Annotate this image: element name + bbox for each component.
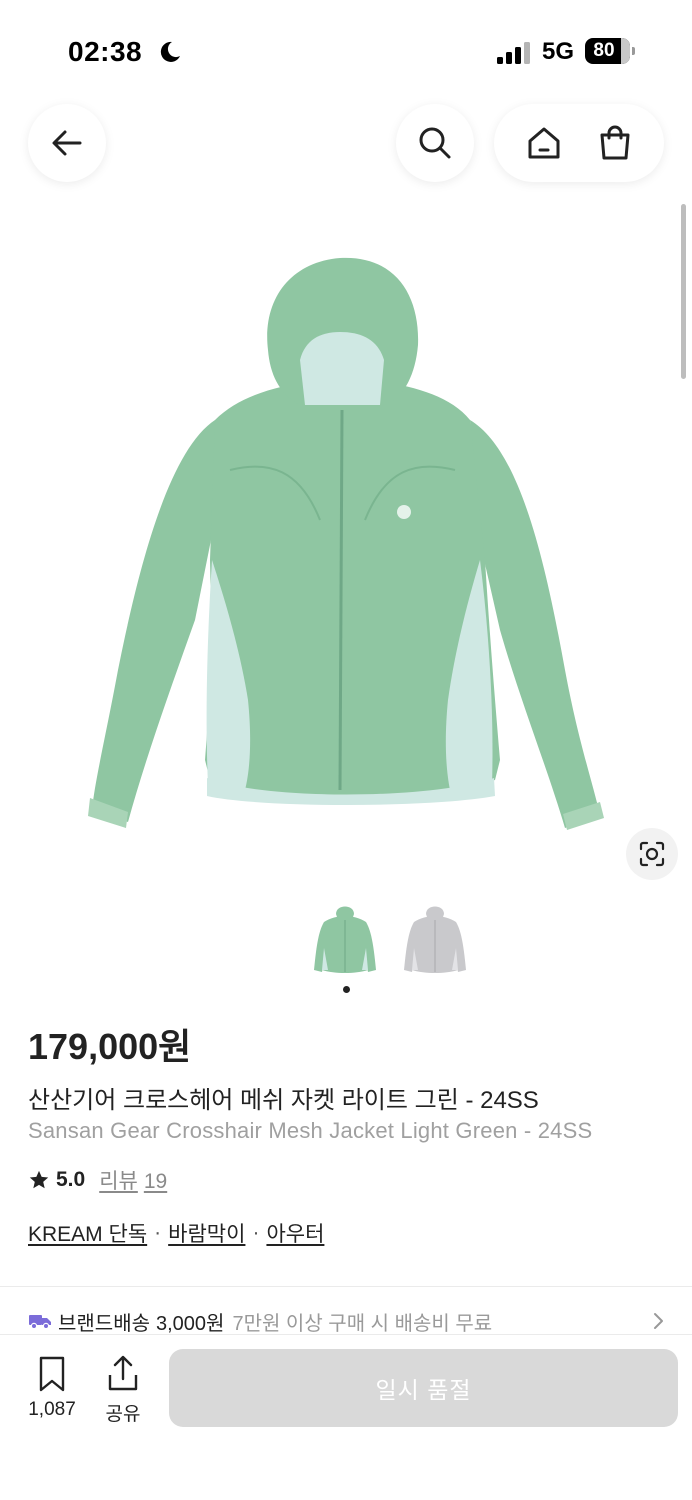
rating-value: 5.0	[56, 1168, 86, 1191]
network-type: 5G	[542, 38, 575, 65]
category-separator: ·	[252, 1221, 260, 1244]
thumbnail-green[interactable]	[310, 900, 380, 976]
signal-icon	[497, 42, 530, 64]
jacket-illustration	[88, 257, 604, 830]
bottom-action-bar: 1,087 공유 일시 품절	[0, 1334, 692, 1500]
rating-row: 5.0 리뷰 19	[28, 1165, 167, 1195]
battery-icon: 80	[585, 38, 635, 64]
category-kream-exclusive[interactable]: KREAM 단독	[28, 1218, 147, 1248]
product-price: 179,000원	[28, 1026, 192, 1067]
bookmark-icon	[39, 1356, 65, 1392]
category-outer[interactable]: 아우터	[266, 1218, 324, 1248]
delivery-price: 3,000원	[156, 1312, 225, 1335]
product-title-en: Sansan Gear Crosshair Mesh Jacket Light …	[28, 1118, 593, 1143]
product-image[interactable]	[0, 200, 692, 900]
search-button[interactable]	[396, 104, 474, 182]
battery-level: 80	[593, 40, 615, 61]
moon-icon	[160, 41, 180, 62]
thumbnail-gray[interactable]	[400, 900, 470, 976]
carousel-dot-active	[343, 986, 350, 993]
category-breadcrumb: KREAM 단독 · 바람막이 · 아우터	[28, 1218, 324, 1248]
delivery-label: 브랜드배송	[58, 1312, 150, 1335]
category-separator: ·	[154, 1221, 162, 1244]
cart-button[interactable]	[595, 123, 635, 163]
shopping-bag-icon	[600, 125, 629, 160]
thumbnail-strip	[310, 900, 480, 980]
camera-lens-icon	[639, 841, 665, 867]
chevron-right-icon	[654, 1313, 663, 1329]
share-icon	[108, 1355, 138, 1391]
share-button[interactable]: 공유	[100, 1355, 146, 1426]
review-link[interactable]: 리뷰 19	[99, 1165, 167, 1195]
status-bar: 02:38 5G 80	[0, 0, 692, 100]
product-title-ko: 산산기어 크로스헤어 메쉬 자켓 라이트 그린 - 24SS	[28, 1087, 539, 1114]
status-time: 02:38	[68, 36, 143, 67]
bookmark-button[interactable]: 1,087	[24, 1355, 80, 1421]
scroll-indicator	[681, 204, 686, 379]
home-icon	[528, 127, 559, 159]
delivery-note: 7만원 이상 구매 시 배송비 무료	[232, 1312, 493, 1335]
divider	[0, 1286, 692, 1287]
search-icon	[419, 127, 451, 159]
nav-right-group	[494, 104, 664, 182]
home-button[interactable]	[524, 123, 564, 163]
review-count: 19	[143, 1170, 168, 1193]
category-windbreaker[interactable]: 바람막이	[168, 1218, 245, 1248]
sold-out-button[interactable]: 일시 품절	[169, 1349, 678, 1427]
delivery-info-row[interactable]: 브랜드배송 3,000원 7만원 이상 구매 시 배송비 무료	[28, 1306, 668, 1336]
star-icon	[29, 1170, 49, 1189]
bookmark-count: 1,087	[28, 1399, 76, 1420]
image-search-button[interactable]	[626, 828, 678, 880]
truck-icon	[29, 1315, 51, 1330]
share-label: 공유	[105, 1404, 141, 1425]
back-button[interactable]	[28, 104, 106, 182]
back-arrow-icon	[52, 130, 82, 156]
review-label: 리뷰	[99, 1170, 138, 1193]
